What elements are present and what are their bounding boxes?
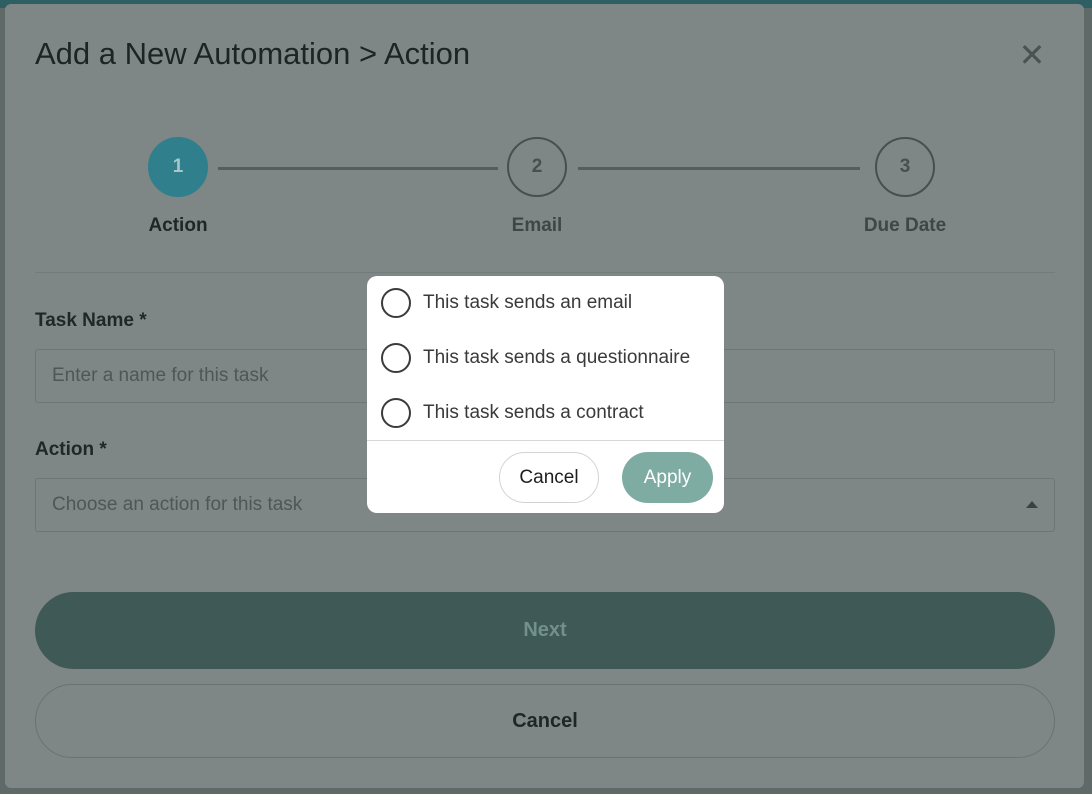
popup-apply-button[interactable]: Apply — [622, 452, 713, 503]
step-connector-1 — [218, 167, 498, 170]
step-2-label: Email — [511, 215, 563, 236]
option-contract-label: This task sends a contract — [423, 402, 644, 423]
section-divider — [35, 272, 1055, 273]
radio-button-email[interactable] — [381, 288, 411, 318]
stepper: 1 2 3 Action Email Due Date — [5, 4, 1084, 264]
option-email-label: This task sends an email — [423, 292, 633, 313]
action-options-popup: This task sends an email This task sends… — [367, 276, 724, 513]
popup-divider — [367, 440, 724, 441]
popup-cancel-button[interactable]: Cancel — [499, 452, 599, 503]
step-3-circle: 3 — [875, 137, 935, 197]
radio-button-contract[interactable] — [381, 398, 411, 428]
option-contract[interactable]: This task sends a contract — [381, 397, 721, 429]
step-3-label: Due Date — [863, 215, 947, 236]
step-1-label: Action — [148, 215, 208, 236]
cancel-button[interactable]: Cancel — [35, 684, 1055, 758]
option-questionnaire-label: This task sends a questionnaire — [423, 347, 691, 368]
step-1-circle: 1 — [148, 137, 208, 197]
step-connector-2 — [578, 167, 860, 170]
caret-up-icon — [1026, 501, 1038, 508]
action-select-placeholder: Choose an action for this task — [52, 494, 303, 515]
option-questionnaire[interactable]: This task sends a questionnaire — [381, 342, 721, 374]
radio-button-questionnaire[interactable] — [381, 343, 411, 373]
step-2-circle: 2 — [507, 137, 567, 197]
action-label: Action * — [35, 439, 107, 460]
option-email[interactable]: This task sends an email — [381, 287, 721, 319]
next-button[interactable]: Next — [35, 592, 1055, 669]
task-name-label: Task Name * — [35, 310, 147, 331]
